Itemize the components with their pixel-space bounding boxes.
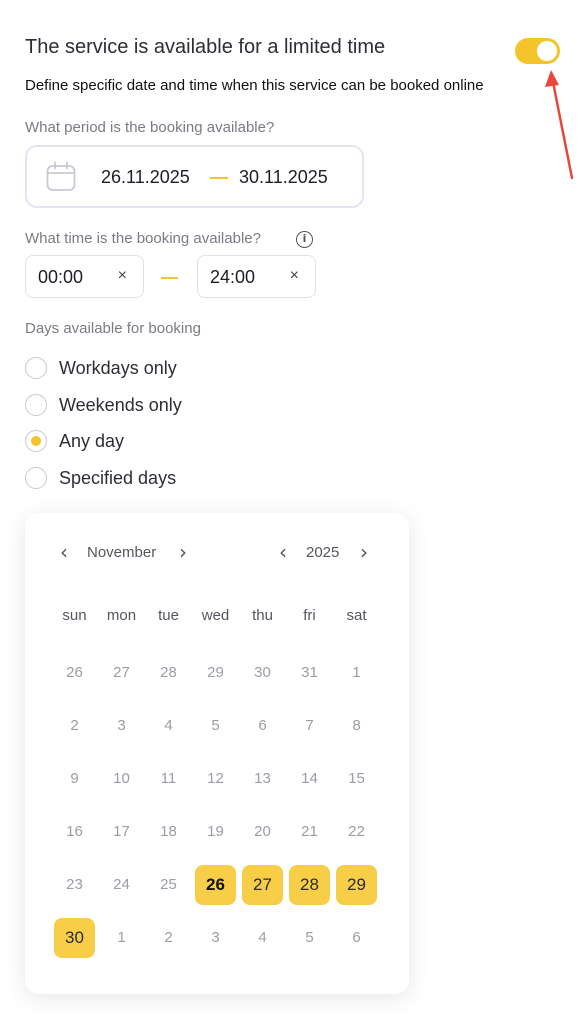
calendar-day[interactable]: 26 xyxy=(54,653,95,693)
calendar-day[interactable]: 30 xyxy=(242,653,283,693)
calendar-day-selected[interactable]: 30 xyxy=(54,918,95,958)
radio-label: Workdays only xyxy=(59,357,177,378)
radio-button[interactable] xyxy=(25,394,47,416)
toggle-knob xyxy=(537,41,557,61)
radio-specified-days[interactable]: Specified days xyxy=(25,466,176,490)
weekday-header-tue: tue xyxy=(158,607,179,624)
start-time-field[interactable]: 00:00 × xyxy=(25,255,144,298)
calendar-day[interactable]: 4 xyxy=(242,918,283,958)
start-time-value[interactable]: 00:00 xyxy=(38,267,83,288)
calendar-day-selected[interactable]: 28 xyxy=(289,865,330,905)
date-range-picker[interactable]: 26.11.2025 30.11.2025 xyxy=(25,145,364,208)
clear-end-time-icon[interactable]: × xyxy=(290,267,299,285)
calendar-day[interactable]: 20 xyxy=(242,812,283,852)
calendar-day[interactable]: 19 xyxy=(195,812,236,852)
radio-button[interactable] xyxy=(25,357,47,379)
next-month-icon[interactable]: › xyxy=(179,542,187,562)
month-label[interactable]: November xyxy=(87,544,156,561)
calendar-icon xyxy=(46,161,76,191)
weekday-header-mon: mon xyxy=(106,607,137,624)
calendar-day[interactable]: 3 xyxy=(195,918,236,958)
calendar-day[interactable]: 29 xyxy=(195,653,236,693)
calendar-day[interactable]: 23 xyxy=(54,865,95,905)
clear-start-time-icon[interactable]: × xyxy=(118,267,127,285)
radio-label: Weekends only xyxy=(59,394,182,415)
next-year-icon[interactable]: › xyxy=(360,542,368,562)
start-date[interactable]: 26.11.2025 xyxy=(101,167,190,188)
calendar-day[interactable]: 2 xyxy=(148,918,189,958)
calendar-day[interactable]: 13 xyxy=(242,759,283,799)
calendar-day[interactable]: 9 xyxy=(54,759,95,799)
weekday-header-thu: thu xyxy=(252,607,273,624)
period-label: What period is the booking available? xyxy=(25,119,275,136)
calendar-day[interactable]: 3 xyxy=(101,706,142,746)
calendar-day[interactable]: 5 xyxy=(289,918,330,958)
calendar-day[interactable]: 22 xyxy=(336,812,377,852)
info-icon[interactable]: i xyxy=(296,231,313,248)
end-time-field[interactable]: 24:00 × xyxy=(197,255,316,298)
date-range-separator xyxy=(210,177,228,179)
year-label[interactable]: 2025 xyxy=(306,544,339,561)
calendar-day[interactable]: 5 xyxy=(195,706,236,746)
calendar-day[interactable]: 10 xyxy=(101,759,142,799)
calendar-day[interactable]: 27 xyxy=(101,653,142,693)
radio-label: Any day xyxy=(59,430,125,451)
radio-workdays[interactable]: Workdays only xyxy=(25,356,177,380)
calendar-day[interactable]: 25 xyxy=(148,865,189,905)
radio-button[interactable] xyxy=(25,467,47,489)
calendar-day[interactable]: 28 xyxy=(148,653,189,693)
prev-year-icon[interactable]: ‹ xyxy=(279,542,287,562)
calendar-day[interactable]: 15 xyxy=(336,759,377,799)
calendar-day[interactable]: 6 xyxy=(242,706,283,746)
calendar-day[interactable]: 2 xyxy=(54,706,95,746)
calendar-day[interactable]: 1 xyxy=(101,918,142,958)
calendar-day[interactable]: 8 xyxy=(336,706,377,746)
calendar-day[interactable]: 6 xyxy=(336,918,377,958)
radio-any-day[interactable]: Any day xyxy=(25,429,124,453)
radio-weekends[interactable]: Weekends only xyxy=(25,393,182,417)
weekday-header-wed: wed xyxy=(201,607,230,624)
radio-label: Specified days xyxy=(59,467,177,488)
calendar-day[interactable]: 4 xyxy=(148,706,189,746)
calendar-day[interactable]: 31 xyxy=(289,653,330,693)
end-time-value[interactable]: 24:00 xyxy=(210,267,255,288)
end-date[interactable]: 30.11.2025 xyxy=(239,167,328,188)
calendar-day-selected[interactable]: 27 xyxy=(242,865,283,905)
calendar-day[interactable]: 16 xyxy=(54,812,95,852)
time-label: What time is the booking available? xyxy=(25,230,261,247)
section-subtitle: Define specific date and time when this … xyxy=(25,77,484,94)
calendar-day[interactable]: 7 xyxy=(289,706,330,746)
calendar-day[interactable]: 24 xyxy=(101,865,142,905)
weekday-header-sat: sat xyxy=(346,607,367,624)
calendar-day[interactable]: 18 xyxy=(148,812,189,852)
radio-button-selected[interactable] xyxy=(25,430,47,452)
calendar-day[interactable]: 1 xyxy=(336,653,377,693)
calendar-day[interactable]: 14 xyxy=(289,759,330,799)
calendar-day[interactable]: 17 xyxy=(101,812,142,852)
prev-month-icon[interactable]: ‹ xyxy=(60,542,68,562)
limited-time-toggle[interactable] xyxy=(515,38,560,64)
calendar-day-selected[interactable]: 29 xyxy=(336,865,377,905)
calendar-day[interactable]: 11 xyxy=(148,759,189,799)
days-label: Days available for booking xyxy=(25,320,201,337)
weekday-header-fri: fri xyxy=(303,607,316,624)
section-title: The service is available for a limited t… xyxy=(25,36,386,58)
weekday-header-sun: sun xyxy=(62,607,87,624)
calendar-day[interactable]: 21 xyxy=(289,812,330,852)
calendar-popup: ‹ November › ‹ 2025 › sun mon tue wed thu fri… xyxy=(25,513,409,994)
calendar-day-selected[interactable]: 26 xyxy=(195,865,236,905)
calendar-day[interactable]: 12 xyxy=(195,759,236,799)
time-range-separator xyxy=(161,277,178,279)
